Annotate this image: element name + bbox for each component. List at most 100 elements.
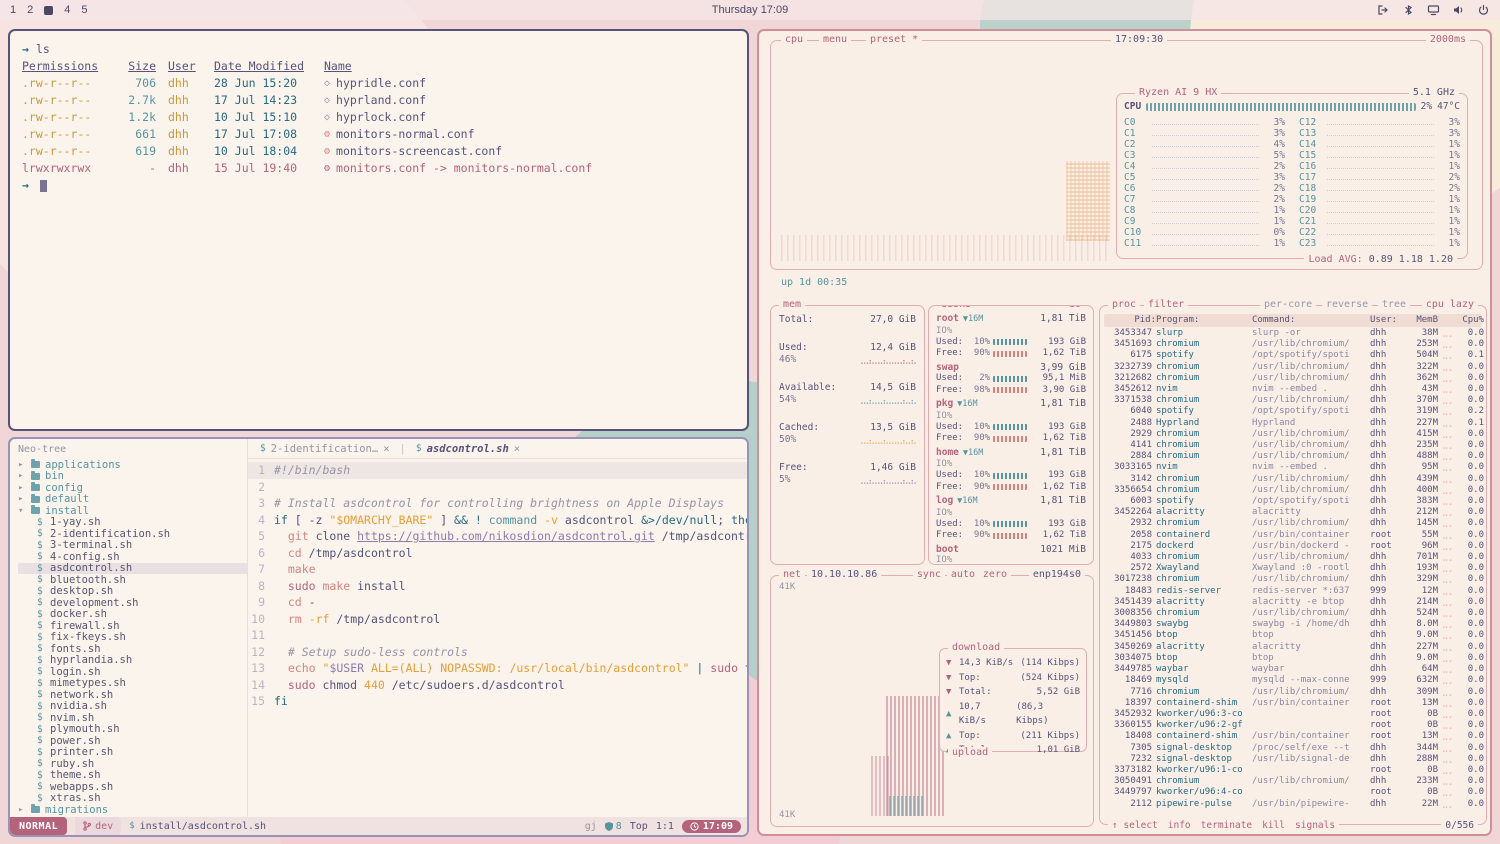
- process-row[interactable]: 3452932kworker/u96:3-coroot0B⣀⡀0.0: [1104, 709, 1482, 720]
- process-column-header[interactable]: Cpu%: [1438, 314, 1484, 327]
- tree-dir-default[interactable]: ▸default: [18, 494, 247, 506]
- tree-file-development.sh[interactable]: $development.sh: [18, 597, 247, 609]
- tree-file-theme.sh[interactable]: $theme.sh: [18, 770, 247, 782]
- process-row[interactable]: 6040spotify/opt/spotify/spotidhh319M⣀⡀0.…: [1104, 406, 1482, 417]
- process-row[interactable]: 2929chromium/usr/lib/chromium/dhh415M⣀⡀0…: [1104, 429, 1482, 440]
- proc-action-select[interactable]: ↑ select: [1112, 820, 1158, 831]
- tree-file-bluetooth.sh[interactable]: $bluetooth.sh: [18, 574, 247, 586]
- sort-selector[interactable]: cpu lazy: [1422, 299, 1478, 310]
- process-column-header[interactable]: User:: [1370, 314, 1402, 327]
- process-row[interactable]: 4141chromium/usr/lib/chromium/dhh235M⣀⡀0…: [1104, 440, 1482, 451]
- process-row[interactable]: 6175spotify/opt/spotify/spotidhh504M⣀⡀0.…: [1104, 350, 1482, 361]
- code-buffer[interactable]: 1#!/bin/bash23# Install asdcontrol for c…: [248, 459, 747, 817]
- net-sync-button[interactable]: sync: [913, 569, 945, 580]
- workspace-button-3[interactable]: [44, 6, 53, 15]
- proc-action-signals[interactable]: signals: [1295, 820, 1335, 831]
- process-row[interactable]: 3449785waybarwaybardhh64M⣀⡀0.0: [1104, 664, 1482, 675]
- tree-dir-applications[interactable]: ▸applications: [18, 459, 247, 471]
- process-column-header[interactable]: Program:: [1156, 314, 1252, 327]
- process-row[interactable]: 3373182kworker/u96:1-coroot0B⣀⡀0.0: [1104, 765, 1482, 776]
- tree-file-2-identification.sh[interactable]: $2-identification.sh: [18, 528, 247, 540]
- close-icon[interactable]: ×: [383, 443, 389, 455]
- filter-button[interactable]: filter: [1144, 299, 1188, 310]
- reverse-toggle[interactable]: reverse: [1322, 299, 1372, 310]
- process-row[interactable]: 18469mysqldmysqld --max-conne999632M⣀⡀0.…: [1104, 675, 1482, 686]
- process-row[interactable]: 18397containerd-shim/usr/bin/containerro…: [1104, 698, 1482, 709]
- display-icon[interactable]: [1427, 4, 1440, 16]
- process-row[interactable]: 7305signal-desktop/proc/self/exe --tdhh3…: [1104, 743, 1482, 754]
- tree-file-network.sh[interactable]: $network.sh: [18, 689, 247, 701]
- tree-file-ruby.sh[interactable]: $ruby.sh: [18, 758, 247, 770]
- tree-file-1-yay.sh[interactable]: $1-yay.sh: [18, 517, 247, 529]
- process-row[interactable]: 3212682chromium/usr/lib/chromium/dhh362M…: [1104, 373, 1482, 384]
- process-row[interactable]: 7232signal-desktop/usr/lib/signal-dedhh2…: [1104, 754, 1482, 765]
- proc-action-kill[interactable]: kill: [1262, 820, 1285, 831]
- workspace-button-2[interactable]: 2: [27, 5, 33, 16]
- process-column-header[interactable]: MemB: [1402, 314, 1438, 327]
- power-icon[interactable]: [1477, 4, 1490, 16]
- tree-file-login.sh[interactable]: $login.sh: [18, 666, 247, 678]
- tree-dir-migrations[interactable]: ▸migrations: [18, 804, 247, 816]
- process-row[interactable]: 2884chromium/usr/lib/chromium/dhh488M⣀⡀0…: [1104, 451, 1482, 462]
- tree-file-fonts.sh[interactable]: $fonts.sh: [18, 643, 247, 655]
- io-toggle[interactable]: io: [1065, 305, 1085, 310]
- tree-file-hyprlandia.sh[interactable]: $hyprlandia.sh: [18, 655, 247, 667]
- process-row[interactable]: 3232739chromium/usr/lib/chromium/dhh322M…: [1104, 362, 1482, 373]
- process-row[interactable]: 6003spotify/opt/spotify/spotidhh383M⣀⡀0.…: [1104, 496, 1482, 507]
- preset-button[interactable]: preset *: [866, 34, 922, 45]
- tree-file-nvim.sh[interactable]: $nvim.sh: [18, 712, 247, 724]
- tree-file-4-config.sh[interactable]: $4-config.sh: [18, 551, 247, 563]
- tree-file-xtras.sh[interactable]: $xtras.sh: [18, 793, 247, 805]
- process-row[interactable]: 3452612nvimnvim --embed .dhh43M⣀⡀0.0: [1104, 384, 1482, 395]
- tab-2-identification…[interactable]: $2-identification…×: [252, 439, 398, 458]
- process-row[interactable]: 3451456btopbtopdhh9.0M⣀⡀0.0: [1104, 630, 1482, 641]
- process-row[interactable]: 18408containerd-shim/usr/bin/containerro…: [1104, 731, 1482, 742]
- volume-icon[interactable]: [1452, 4, 1465, 16]
- tree-file-webapps.sh[interactable]: $webapps.sh: [18, 781, 247, 793]
- bluetooth-icon[interactable]: [1402, 4, 1415, 16]
- per-core-toggle[interactable]: per-core: [1260, 299, 1316, 310]
- workspace-button-4[interactable]: 4: [64, 5, 70, 16]
- process-row[interactable]: 3033165nvimnvim --embed .dhh95M⣀⡀0.0: [1104, 462, 1482, 473]
- process-row[interactable]: 3142chromium/usr/lib/chromium/dhh439M⣀⡀0…: [1104, 474, 1482, 485]
- tree-file-asdcontrol.sh[interactable]: $asdcontrol.sh: [18, 563, 247, 575]
- process-row[interactable]: 3360155kworker/u96:2-gfroot0B⣀⡀0.0: [1104, 720, 1482, 731]
- process-row[interactable]: 3008356chromium/usr/lib/chromium/dhh524M…: [1104, 608, 1482, 619]
- tree-file-docker.sh[interactable]: $docker.sh: [18, 609, 247, 621]
- tree-dir-bin[interactable]: ▸bin: [18, 471, 247, 483]
- net-auto-button[interactable]: auto: [947, 569, 979, 580]
- tree-dir-install[interactable]: ▾install: [18, 505, 247, 517]
- process-row[interactable]: 3450269alacrittyalacrittydhh227M⣀⡀0.0: [1104, 642, 1482, 653]
- tree-file-firewall.sh[interactable]: $firewall.sh: [18, 620, 247, 632]
- process-row[interactable]: 3356654chromium/usr/lib/chromium/dhh400M…: [1104, 485, 1482, 496]
- tree-file-power.sh[interactable]: $power.sh: [18, 735, 247, 747]
- proc-action-info[interactable]: info: [1168, 820, 1191, 831]
- tab-asdcontrol.sh[interactable]: $asdcontrol.sh×: [408, 439, 528, 458]
- proc-action-terminate[interactable]: terminate: [1201, 820, 1252, 831]
- workspace-button-1[interactable]: 1: [10, 5, 16, 16]
- tree-file-3-terminal.sh[interactable]: $3-terminal.sh: [18, 540, 247, 552]
- tree-file-fix-fkeys.sh[interactable]: $fix-fkeys.sh: [18, 632, 247, 644]
- menu-button[interactable]: menu: [819, 34, 851, 45]
- tree-dir-config[interactable]: ▸config: [18, 482, 247, 494]
- tree-file-nvidia.sh[interactable]: $nvidia.sh: [18, 701, 247, 713]
- close-icon[interactable]: ×: [514, 443, 520, 455]
- tree-file-mimetypes.sh[interactable]: $mimetypes.sh: [18, 678, 247, 690]
- process-row[interactable]: 2112pipewire-pulse/usr/bin/pipewire-dhh2…: [1104, 799, 1482, 810]
- process-row[interactable]: 3452264alacrittyalacrittydhh212M⣀⡀0.0: [1104, 507, 1482, 518]
- process-row[interactable]: 2488HyprlandHyprlanddhh227M⣀⡀0.1: [1104, 418, 1482, 429]
- tree-file-printer.sh[interactable]: $printer.sh: [18, 747, 247, 759]
- process-row[interactable]: 18483redis-serverredis-server *:63799912…: [1104, 586, 1482, 597]
- tree-file-desktop.sh[interactable]: $desktop.sh: [18, 586, 247, 598]
- process-row[interactable]: 3453347slurpslurp -ordhh38M⣀⡀0.0: [1104, 328, 1482, 339]
- workspace-button-5[interactable]: 5: [81, 5, 87, 16]
- process-row[interactable]: 3451439alacrittyalacritty -e btopdhh214M…: [1104, 597, 1482, 608]
- process-row[interactable]: 3371538chromium/usr/lib/chromium/dhh370M…: [1104, 395, 1482, 406]
- process-column-header[interactable]: Pid:: [1106, 314, 1156, 327]
- terminal-prompt-line[interactable]: →: [22, 177, 735, 194]
- process-row[interactable]: 3050491chromium/usr/lib/chromium/dhh233M…: [1104, 776, 1482, 787]
- tree-toggle[interactable]: tree: [1378, 299, 1410, 310]
- process-row[interactable]: 3017238chromium/usr/lib/chromium/dhh329M…: [1104, 574, 1482, 585]
- update-interval[interactable]: 2000ms: [1426, 34, 1470, 45]
- process-row[interactable]: 2572XwaylandXwayland :0 -rootldhh193M⣀⡀0…: [1104, 563, 1482, 574]
